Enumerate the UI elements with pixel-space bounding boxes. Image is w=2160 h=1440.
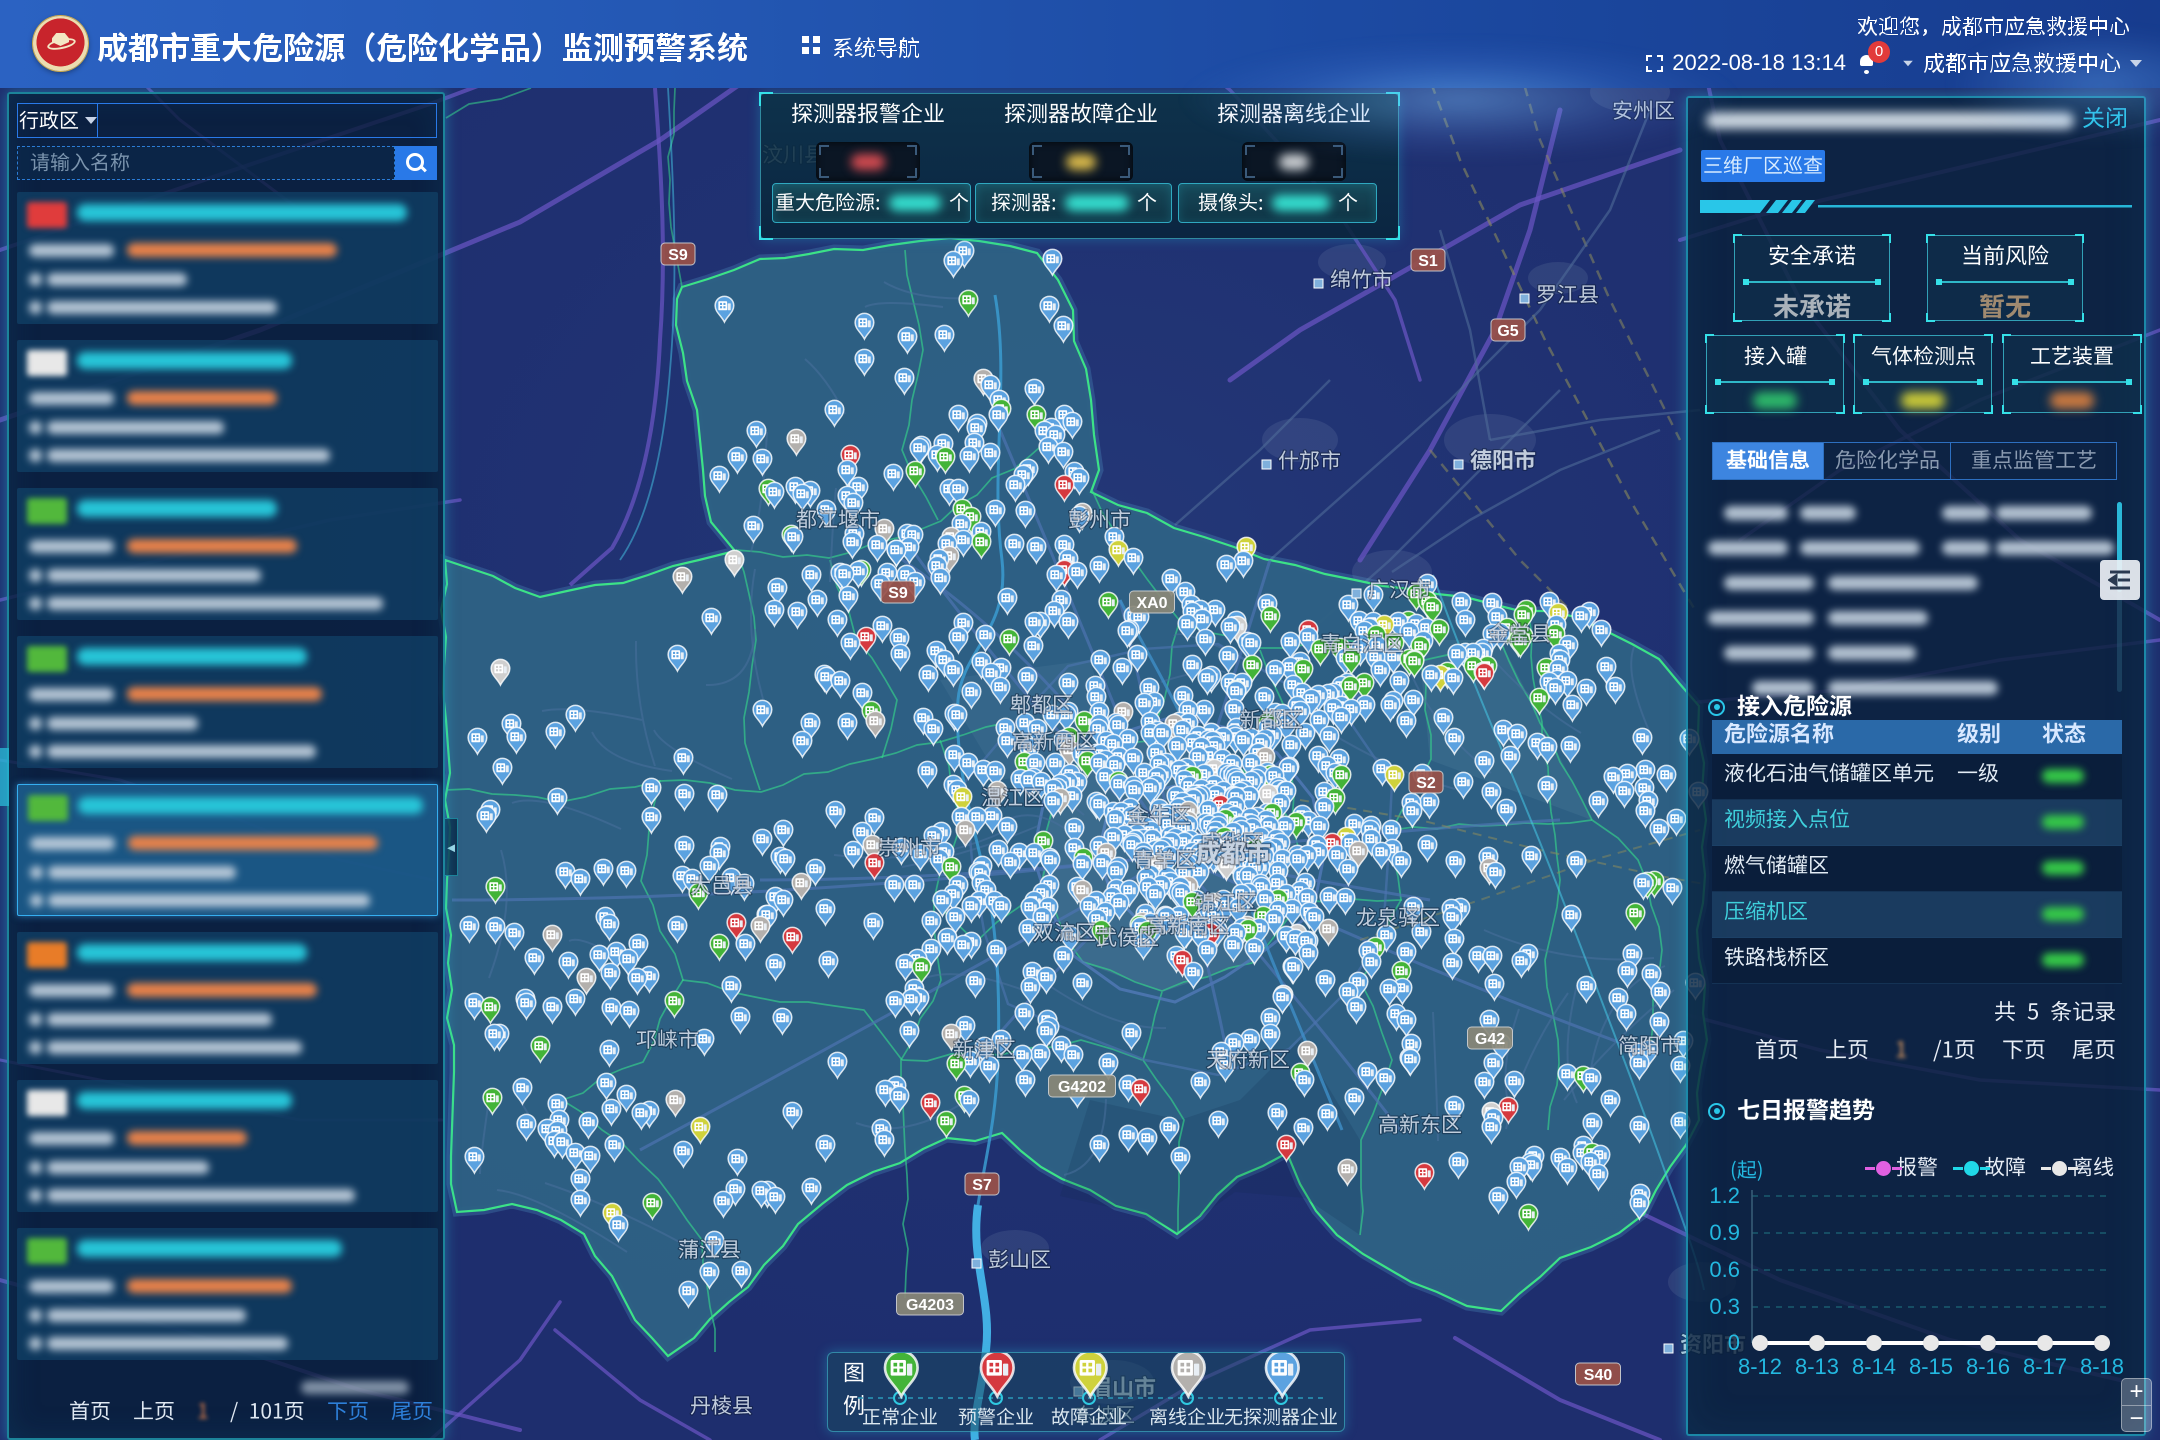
svg-text:8-15: 8-15 — [1909, 1354, 1953, 1379]
svg-text:8-18: 8-18 — [2080, 1354, 2124, 1379]
svg-text:S9: S9 — [888, 585, 908, 602]
svg-text:8-13: 8-13 — [1795, 1354, 1839, 1379]
svg-text:1.2: 1.2 — [1709, 1183, 1740, 1208]
svg-text:G42: G42 — [1475, 1031, 1505, 1048]
svg-text:8-12: 8-12 — [1738, 1354, 1782, 1379]
svg-text:S40: S40 — [1584, 1367, 1613, 1384]
svg-text:G4203: G4203 — [906, 1297, 954, 1314]
svg-text:G4202: G4202 — [1058, 1079, 1106, 1096]
svg-text:0.6: 0.6 — [1709, 1257, 1740, 1282]
svg-text:XA0: XA0 — [1136, 595, 1167, 612]
svg-text:S1: S1 — [1418, 253, 1438, 270]
svg-text:G5: G5 — [1497, 323, 1518, 340]
svg-text:8-16: 8-16 — [1966, 1354, 2010, 1379]
svg-text:S9: S9 — [668, 247, 688, 264]
svg-text:8-17: 8-17 — [2023, 1354, 2067, 1379]
svg-text:0.3: 0.3 — [1709, 1294, 1740, 1319]
svg-text:S2: S2 — [1416, 775, 1436, 792]
svg-text:0: 0 — [1728, 1330, 1740, 1355]
svg-text:S7: S7 — [972, 1177, 992, 1194]
svg-text:8-14: 8-14 — [1852, 1354, 1896, 1379]
svg-text:0.9: 0.9 — [1709, 1220, 1740, 1245]
